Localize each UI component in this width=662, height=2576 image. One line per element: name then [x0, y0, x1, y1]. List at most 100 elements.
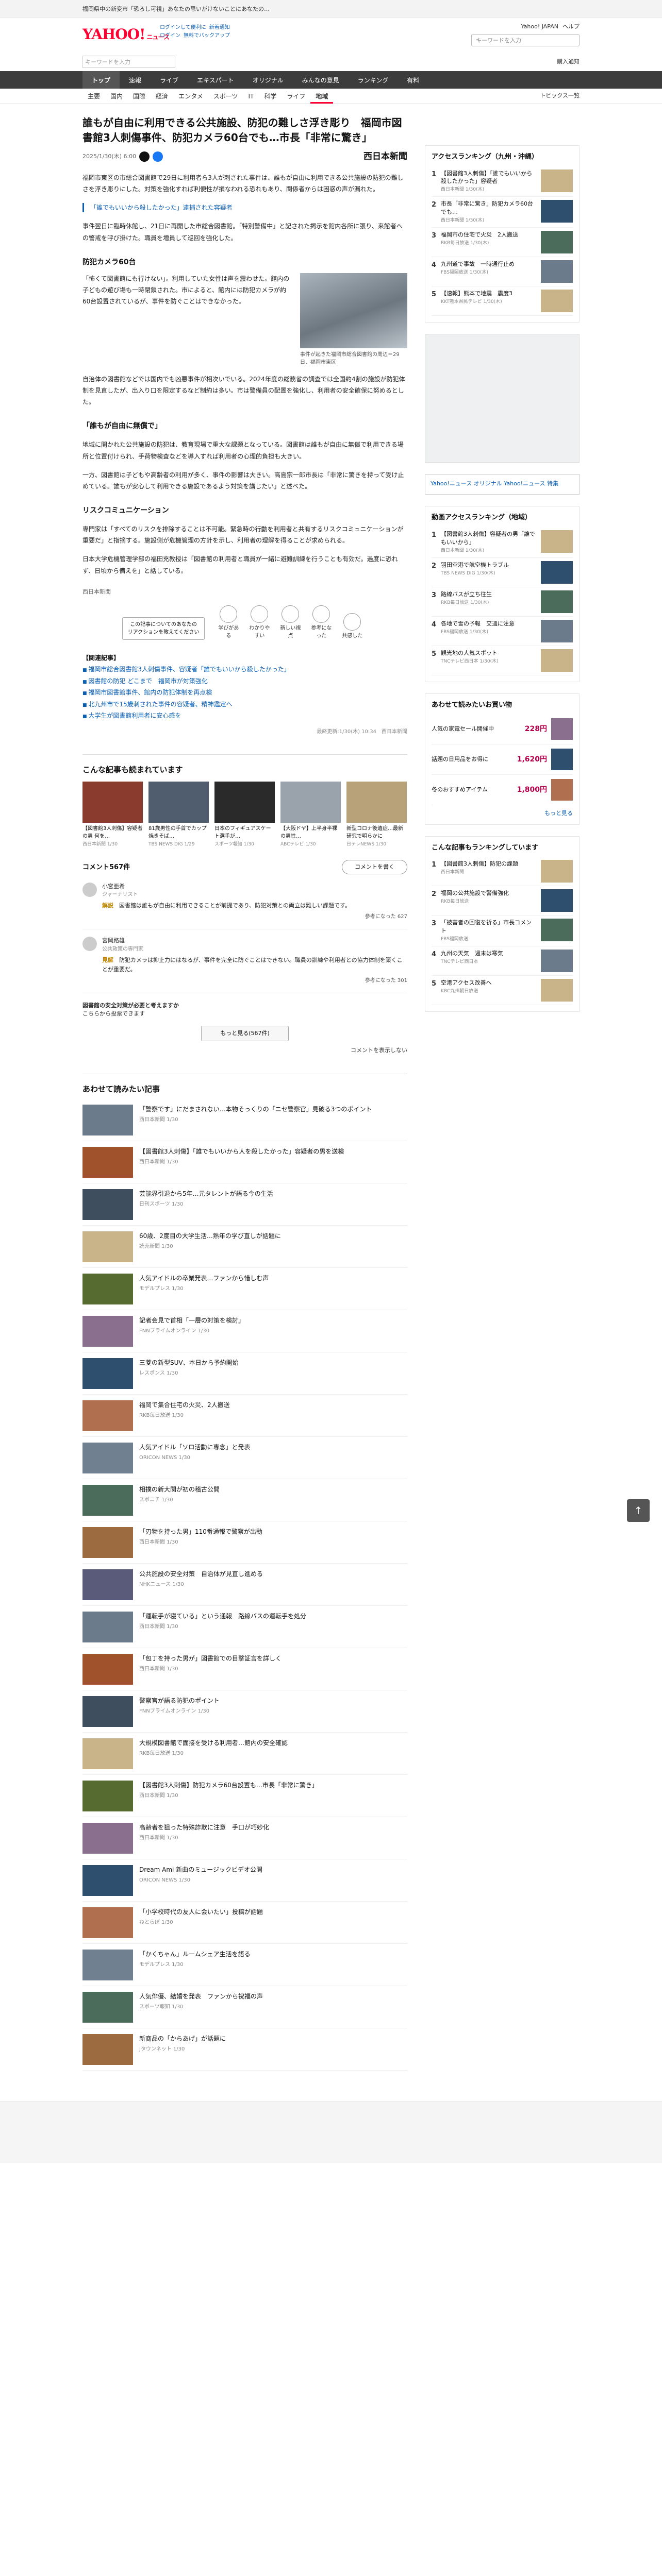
scroll-top-icon[interactable]: ↑ [627, 1499, 650, 1522]
ranking-thumb[interactable] [541, 619, 573, 642]
recommend-title[interactable]: 公共施設の安全対策 自治体が見直し進める [139, 1569, 407, 1579]
related-item[interactable]: 北九州市で15歳刺された事件の容疑者、精神鑑定へ [82, 700, 407, 709]
recommend-thumb[interactable] [82, 1147, 133, 1178]
recommend-thumb[interactable] [82, 1654, 133, 1685]
mast-link-1[interactable]: 新着通知 [209, 25, 230, 30]
gnav-original[interactable]: オリジナル [243, 71, 293, 89]
comment-helpful[interactable]: 参考になった 627 [102, 913, 407, 921]
recommend-item[interactable]: 人気アイドルの卒業発表…ファンから惜しむ声 モデルプレス 1/30 [82, 1268, 407, 1311]
reaction-new[interactable]: 新しい視点 [279, 605, 302, 640]
ranking-title[interactable]: 路線バスが立ち往生 [441, 591, 492, 598]
recommend-item[interactable]: 「小学校時代の友人に会いたい」投稿が話題 ねとらぼ 1/30 [82, 1902, 407, 1944]
thumb-title[interactable]: 【図書館3人刺傷】容疑者の男 何を… [82, 825, 143, 840]
recommend-item[interactable]: 警察官が語る防犯のポイント FNNプライムオンライン 1/30 [82, 1690, 407, 1733]
recommend-title[interactable]: 三菱の新型SUV、本日から予約開始 [139, 1358, 407, 1367]
recommend-title[interactable]: 警察官が語る防犯のポイント [139, 1696, 407, 1705]
thumb-card[interactable]: 新型コロナ後遺症…最新研究で明らかに 日テレNEWS 1/30 [346, 782, 407, 849]
comment-author[interactable]: 小宮亜希 [102, 883, 407, 891]
thumb-card[interactable]: 【大阪ドヤ】上半身半裸の男性… ABCテレビ 1/30 [280, 782, 341, 849]
ranking-item[interactable]: 5 観光地の人気スポット TNCテレビ西日本 1/30(木) [432, 646, 573, 675]
thumb-title[interactable]: 【大阪ドヤ】上半身半裸の男性… [280, 825, 341, 840]
recommend-item[interactable]: Dream Ami 新曲のミュージックビデオ公開 ORICON NEWS 1/30 [82, 1859, 407, 1902]
recommend-item[interactable]: 公共施設の安全対策 自治体が見直し進める NHKニュース 1/30 [82, 1564, 407, 1606]
ranking-thumb[interactable] [541, 530, 573, 553]
recommend-thumb[interactable] [82, 1823, 133, 1854]
ranking-body[interactable]: 【速報】熊本で地震 震度3 KKT熊本県民テレビ 1/30(木) [441, 290, 537, 312]
ranking-thumb[interactable] [541, 260, 573, 283]
tab-life[interactable]: ライフ [282, 89, 310, 104]
ranking-title[interactable]: 【図書館3人刺傷】防犯の課題 [441, 860, 518, 867]
shopping-item[interactable]: 冬のおすすめアイテム 1,800円 [432, 775, 573, 806]
ranking-title[interactable]: 羽田空港で航空機トラブル [441, 562, 509, 568]
shopping-title[interactable]: 冬のおすすめアイテム [432, 786, 513, 794]
recommend-thumb[interactable] [82, 1992, 133, 2023]
topics-list-link[interactable]: トピックス一覧 [540, 92, 580, 100]
search-row-right[interactable]: 購入通知 [557, 58, 580, 66]
hide-comments-toggle[interactable]: コメントを表示しない [82, 1046, 407, 1055]
ranking-item[interactable]: 3 「被害者の回復を祈る」市長コメント FBS福岡放送 [432, 916, 573, 947]
recommend-title[interactable]: 「小学校時代の友人に会いたい」投稿が話題 [139, 1907, 407, 1917]
ranking-item[interactable]: 1 【図書館3人刺傷】「誰でもいいから殺したかった」容疑者 西日本新聞 1/30(木… [432, 166, 573, 197]
related-item[interactable]: 福岡市総合図書館3人刺傷事件、容疑者「誰でもいいから殺したかった」 [82, 665, 407, 674]
ranking-title[interactable]: 九州道で事故 一時通行止め [441, 261, 515, 267]
recommend-thumb[interactable] [82, 1569, 133, 1601]
ranking-thumb[interactable] [541, 290, 573, 313]
reaction-helpful-icon[interactable] [312, 605, 330, 623]
recommend-thumb[interactable] [82, 1781, 133, 1812]
ranking-title[interactable]: 福岡市の住宅で火災 2人搬送 [441, 231, 518, 238]
related-item[interactable]: 図書館の防犯 どこまで 福岡市が対策強化 [82, 676, 407, 686]
recommend-item[interactable]: 「警察です」にだまされない…本物そっくりの「ニセ警察官」見破る3つのポイント 西日… [82, 1099, 407, 1142]
ranking-body[interactable]: 市長「非常に驚き」防犯カメラ60台でも… 西日本新聞 1/30(木) [441, 200, 537, 224]
recommend-item[interactable]: 「包丁を持った男が」図書館での目撃証言を詳しく 西日本新聞 1/30 [82, 1648, 407, 1691]
gnav-expert[interactable]: エキスパート [188, 71, 243, 89]
ranking-item[interactable]: 2 福岡の公共施設で警備強化 RKB毎日放送 [432, 886, 573, 916]
shopping-thumb[interactable] [551, 749, 573, 771]
recommend-title[interactable]: 「包丁を持った男が」図書館での目撃証言を詳しく [139, 1654, 407, 1663]
ranking-thumb[interactable] [541, 231, 573, 254]
recommend-thumb[interactable] [82, 1274, 133, 1305]
ranking-title[interactable]: 九州の天気 週末は寒気 [441, 950, 503, 957]
recommend-title[interactable]: 「刃物を持った男」110番通報で警察が出動 [139, 1527, 407, 1536]
avatar[interactable] [82, 937, 97, 951]
thumb-card[interactable]: 81歳男性の手首でカップ焼きそば… TBS NEWS DIG 1/29 [148, 782, 209, 849]
reaction-empathy-icon[interactable] [343, 613, 361, 631]
recommend-title[interactable]: 相撲の新大関が初の稽古公開 [139, 1485, 407, 1494]
recommend-thumb[interactable] [82, 1485, 133, 1516]
reaction-clear-icon[interactable] [251, 605, 269, 623]
ranking-body[interactable]: 路線バスが立ち往生 RKB毎日放送 1/30(木) [441, 590, 537, 613]
ranking-title[interactable]: 市長「非常に驚き」防犯カメラ60台でも… [441, 200, 533, 215]
ranking-body[interactable]: 各地で雪の予報 交通に注意 FBS福岡放送 1/30(木) [441, 620, 537, 642]
x-share-icon[interactable] [139, 151, 150, 162]
recommend-title[interactable]: 【図書館3人刺傷】防犯カメラ60台設置も…市長「非常に驚き」 [139, 1781, 407, 1790]
recommend-title[interactable]: 芸能界引退から5年…元タレントが語る今の生活 [139, 1189, 407, 1198]
original-link[interactable]: Yahoo!ニュース オリジナル Yahoo!ニュース 特集 [425, 474, 580, 495]
ranking-thumb[interactable] [541, 169, 573, 192]
thumb-image[interactable] [214, 782, 275, 823]
ranking-thumb[interactable] [541, 889, 573, 912]
ranking-title[interactable]: 空港アクセス改善へ [441, 979, 491, 986]
original-link-label[interactable]: Yahoo!ニュース オリジナル [431, 480, 502, 487]
reaction-empathy[interactable]: 共感した [341, 613, 363, 640]
gnav-live[interactable]: ライブ [151, 71, 188, 89]
ranking-body[interactable]: 【図書館3人刺傷】防犯の課題 西日本新聞 [441, 860, 537, 883]
original-link-sub[interactable]: Yahoo!ニュース 特集 [504, 480, 558, 487]
recommend-title[interactable]: 人気俳優、結婚を発表 ファンから祝福の声 [139, 1992, 407, 2001]
post-comment-button[interactable]: コメントを書く [342, 859, 407, 875]
tab-world[interactable]: 国際 [128, 89, 151, 104]
ranking-body[interactable]: 福岡の公共施設で警備強化 RKB毎日放送 [441, 889, 537, 912]
shopping-more-link[interactable]: もっと見る [432, 809, 573, 818]
survey-question[interactable]: 図書館の安全対策が必要と考えますか [82, 1002, 407, 1010]
recommend-thumb[interactable] [82, 1316, 133, 1347]
thumb-image[interactable] [82, 782, 143, 823]
ranking-thumb[interactable] [541, 590, 573, 613]
thumb-card[interactable]: 日本のフィギュアスケート選手が… スポーツ報知 1/30 [214, 782, 275, 849]
article-figure[interactable]: 事件が起きた福岡市総合図書館の周辺＝29日、福岡市東区 [300, 273, 407, 366]
thumb-image[interactable] [346, 782, 407, 823]
tab-entertainment[interactable]: エンタメ [173, 89, 208, 104]
ranking-item[interactable]: 1 【図書館3人刺傷】防犯の課題 西日本新聞 [432, 857, 573, 887]
promo-text[interactable]: 福岡県中の新変市「恐ろし可視」あなたの思いがけないことにあなたの… [82, 6, 270, 12]
reaction-clear[interactable]: わかりやすい [248, 605, 271, 640]
recommend-thumb[interactable] [82, 1907, 133, 1939]
recommend-item[interactable]: 福岡で集合住宅の火災、2人搬送 RKB毎日放送 1/30 [82, 1395, 407, 1437]
ranking-body[interactable]: 羽田空港で航空機トラブル TBS NEWS DIG 1/30(木) [441, 561, 537, 584]
